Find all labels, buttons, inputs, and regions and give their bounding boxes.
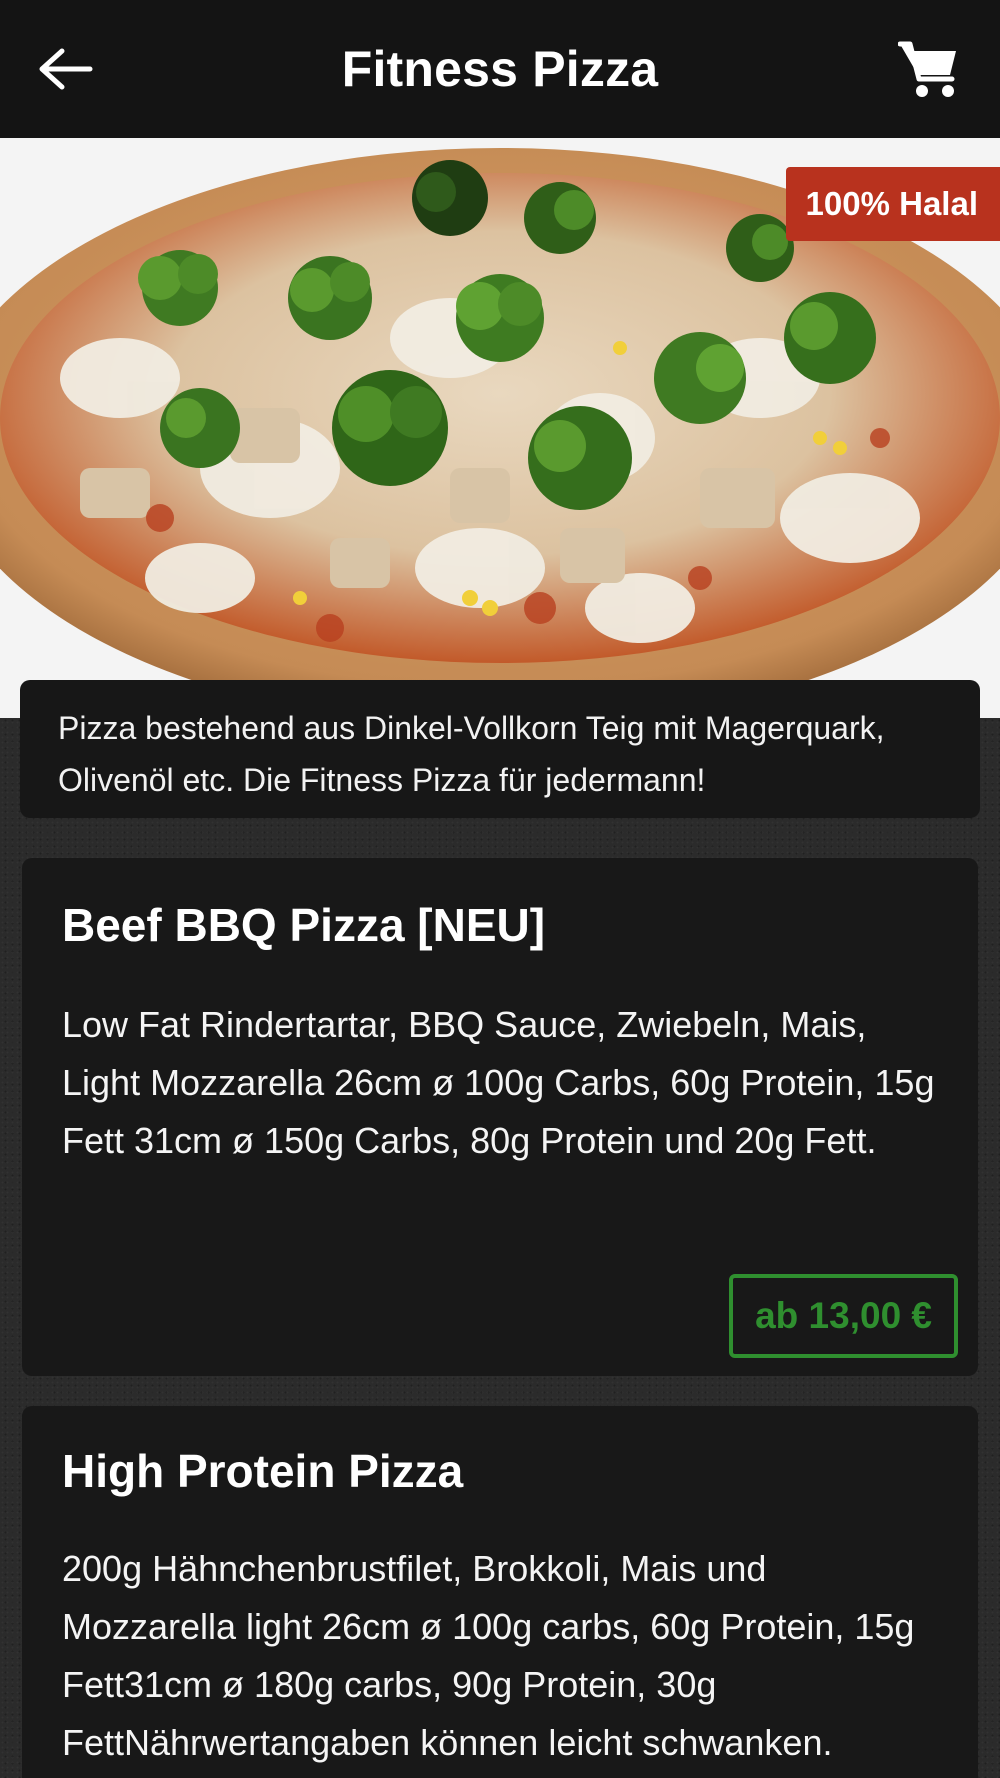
back-button[interactable] — [30, 36, 100, 102]
page-title: Fitness Pizza — [341, 41, 659, 97]
price-button[interactable]: ab 13,00 € — [729, 1274, 958, 1358]
halal-badge: 100% Halal — [785, 167, 1000, 241]
shopping-cart-icon — [898, 41, 956, 97]
product-card[interactable]: Beef BBQ Pizza [NEU] Low Fat Rindertarta… — [22, 858, 978, 1376]
product-description: Low Fat Rindertartar, BBQ Sauce, Zwiebel… — [62, 1004, 935, 1161]
app-header: Fitness Pizza — [0, 0, 1000, 138]
hero-image: 100% Halal — [0, 138, 1000, 718]
product-name: High Protein Pizza — [62, 1445, 464, 1497]
category-description: Pizza bestehend aus Dinkel-Vollkorn Teig… — [20, 680, 980, 818]
arrow-left-icon — [39, 48, 93, 90]
cart-button[interactable] — [894, 34, 964, 104]
product-description: 200g Hähnchenbrustfilet, Brokkoli, Mais … — [62, 1548, 915, 1763]
product-name: Beef BBQ Pizza [NEU] — [62, 899, 546, 951]
product-card[interactable]: High Protein Pizza 200g Hähnchenbrustfil… — [22, 1406, 978, 1778]
